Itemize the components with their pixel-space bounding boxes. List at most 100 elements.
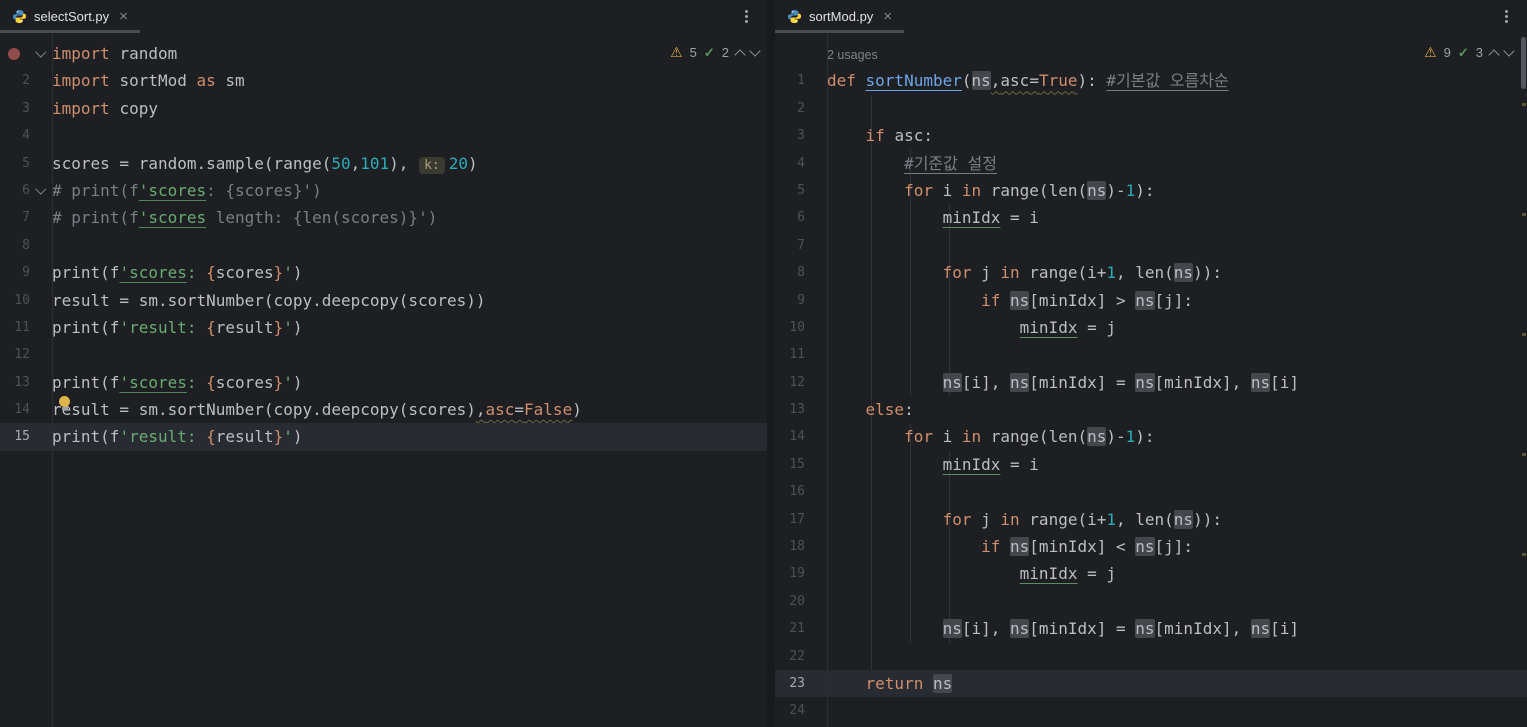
line-number[interactable]: 17 [775, 506, 805, 533]
line-number[interactable]: 3 [775, 122, 805, 149]
line-number[interactable]: 9 [775, 287, 805, 314]
line-number[interactable]: 20 [775, 588, 805, 615]
line-number[interactable]: 5 [775, 177, 805, 204]
error-stripe-mark[interactable] [1522, 103, 1526, 106]
line-number[interactable]: 6 [0, 177, 30, 204]
code-line[interactable]: 12 [0, 341, 767, 368]
close-icon[interactable]: × [119, 9, 128, 24]
line-number[interactable]: 8 [775, 259, 805, 286]
line-number[interactable]: 21 [775, 615, 805, 642]
line-number[interactable]: 10 [0, 287, 30, 314]
code-line[interactable]: 20 [775, 588, 1527, 615]
line-number[interactable]: 9 [0, 259, 30, 286]
code-line[interactable]: 10 minIdx = j [775, 314, 1527, 341]
code-line[interactable]: 7 # print(f'scores length: {len(scores)}'… [0, 204, 767, 231]
code-line[interactable]: 6 minIdx = i [775, 204, 1527, 231]
code-line[interactable]: 8 [0, 232, 767, 259]
code-line[interactable]: 5 for i in range(len(ns)-1): [775, 177, 1527, 204]
code-line[interactable]: 8 for j in range(i+1, len(ns)): [775, 259, 1527, 286]
code-line[interactable]: 5 scores = random.sample(range(50,101), k… [0, 150, 767, 177]
code-line[interactable]: 11 print(f'result: {result}') [0, 314, 767, 341]
code-line[interactable]: 21 ns[i], ns[minIdx] = ns[minIdx], ns[i] [775, 615, 1527, 642]
inspections-widget[interactable]: ⚠ 5 ✓ 2 [670, 45, 761, 61]
line-number[interactable]: 24 [775, 697, 805, 724]
inspections-widget[interactable]: ⚠ 9 ✓ 3 [1424, 45, 1515, 61]
kebab-menu-icon[interactable] [1499, 8, 1513, 26]
next-problem-icon[interactable] [749, 45, 761, 57]
line-number[interactable]: 1 [775, 67, 805, 94]
code-line[interactable]: 9 print(f'scores: {scores}') [0, 259, 767, 286]
line-number[interactable] [775, 40, 805, 67]
line-number[interactable]: 11 [775, 341, 805, 368]
code-line[interactable]: 15 print(f'result: {result}') [0, 423, 767, 451]
line-number[interactable]: 14 [775, 423, 805, 450]
code-line[interactable]: 15 minIdx = i [775, 451, 1527, 478]
code-line[interactable]: 2 import sortMod as sm [0, 67, 767, 94]
line-number[interactable]: 16 [775, 478, 805, 505]
code-line[interactable]: 3 import copy [0, 95, 767, 122]
code-line[interactable]: 2 [775, 95, 1527, 122]
line-number[interactable]: 7 [775, 232, 805, 259]
tab-sortmod-py[interactable]: sortMod.py × [775, 0, 905, 33]
code-line[interactable]: 1 def sortNumber(ns,asc=True): #기본값 오름차순 [775, 67, 1527, 94]
next-problem-icon[interactable] [1503, 45, 1515, 57]
intention-bulb-icon[interactable] [59, 396, 70, 410]
code-line[interactable]: 22 [775, 643, 1527, 670]
line-number[interactable]: 13 [0, 369, 30, 396]
code-editor-left[interactable]: import random 2 import sortMod as sm 3 impor… [0, 33, 767, 727]
line-number[interactable]: 2 [775, 95, 805, 122]
line-number[interactable]: 23 [775, 670, 805, 697]
line-number[interactable] [0, 40, 30, 67]
line-number[interactable]: 8 [0, 232, 30, 259]
tab-selectsort-py[interactable]: selectSort.py × [0, 0, 140, 33]
code-line[interactable]: 4 #기준값 설정 [775, 150, 1527, 177]
breakpoint-icon[interactable] [8, 47, 20, 60]
line-number[interactable]: 22 [775, 643, 805, 670]
code-line[interactable]: 3 if asc: [775, 122, 1527, 149]
code-line[interactable]: 17 for j in range(i+1, len(ns)): [775, 506, 1527, 533]
line-number[interactable]: 11 [0, 314, 30, 341]
line-number[interactable]: 12 [0, 341, 30, 368]
error-stripe-mark[interactable] [1522, 453, 1526, 456]
line-number[interactable]: 18 [775, 533, 805, 560]
line-number[interactable]: 15 [0, 423, 30, 450]
code-line[interactable]: 13 print(f'scores: {scores}') [0, 369, 767, 396]
line-number[interactable]: 15 [775, 451, 805, 478]
code-line[interactable]: 19 minIdx = j [775, 560, 1527, 587]
code-line[interactable]: 7 [775, 232, 1527, 259]
code-line[interactable]: 9 if ns[minIdx] > ns[j]: [775, 287, 1527, 314]
kebab-menu-icon[interactable] [739, 8, 753, 26]
code-line[interactable]: 16 [775, 478, 1527, 505]
line-number[interactable]: 4 [0, 122, 30, 149]
code-line[interactable]: 4 [0, 122, 767, 149]
scrollbar-thumb[interactable] [1521, 37, 1526, 89]
code-line[interactable]: 10 result = sm.sortNumber(copy.deepcopy(s… [0, 287, 767, 314]
line-number[interactable]: 2 [0, 67, 30, 94]
code-line[interactable]: 23 return ns [775, 669, 1527, 698]
code-line[interactable]: 11 [775, 341, 1527, 368]
error-stripe-mark[interactable] [1522, 553, 1526, 556]
code-line[interactable]: import random [0, 40, 767, 67]
code-line[interactable]: 24 [775, 697, 1527, 724]
code-line[interactable]: 2 usages [775, 40, 1527, 67]
line-number[interactable]: 5 [0, 150, 30, 177]
line-number[interactable]: 12 [775, 369, 805, 396]
code-line[interactable]: 13 else: [775, 396, 1527, 423]
code-line[interactable]: 12 ns[i], ns[minIdx] = ns[minIdx], ns[i] [775, 369, 1527, 396]
prev-problem-icon[interactable] [734, 48, 746, 61]
error-stripe-mark[interactable] [1522, 333, 1526, 336]
split-divider[interactable] [767, 0, 775, 727]
fold-icon[interactable] [30, 40, 52, 67]
line-number[interactable]: 13 [775, 396, 805, 423]
close-icon[interactable]: × [883, 9, 892, 24]
line-number[interactable]: 10 [775, 314, 805, 341]
code-editor-right[interactable]: 2 usages 1 def sortNumber(ns,asc=True): #기… [775, 33, 1527, 727]
line-number[interactable]: 14 [0, 396, 30, 423]
code-line[interactable]: 18 if ns[minIdx] < ns[j]: [775, 533, 1527, 560]
line-number[interactable]: 19 [775, 560, 805, 587]
prev-problem-icon[interactable] [1488, 48, 1500, 61]
line-number[interactable]: 3 [0, 95, 30, 122]
line-number[interactable]: 4 [775, 150, 805, 177]
fold-icon[interactable] [30, 177, 52, 204]
line-number[interactable]: 6 [775, 204, 805, 231]
